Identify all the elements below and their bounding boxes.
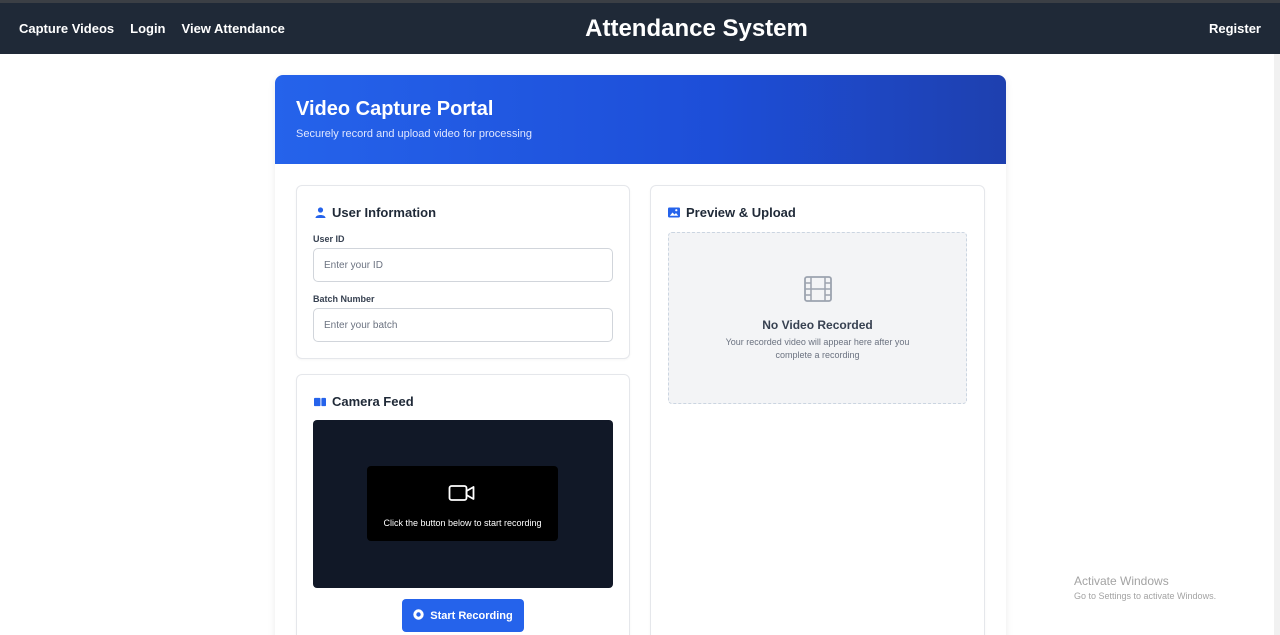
nav-view-attendance[interactable]: View Attendance: [182, 21, 285, 36]
preview-upload-title: Preview & Upload: [686, 205, 796, 220]
image-icon: [668, 207, 680, 219]
watermark-subtitle: Go to Settings to activate Windows.: [1074, 591, 1217, 601]
user-information-title: User Information: [332, 205, 437, 220]
watermark-title: Activate Windows: [1074, 574, 1169, 588]
top-navbar: Capture Videos Login View Attendance Att…: [0, 3, 1280, 54]
nav-links: Capture Videos Login View Attendance: [19, 3, 285, 54]
camera-feed-title: Camera Feed: [332, 394, 414, 409]
no-video-title: No Video Recorded: [762, 318, 873, 332]
record-icon: [413, 608, 424, 623]
portal-subtitle: Securely record and upload video for pro…: [296, 128, 533, 140]
preview-upload-panel: Preview & Upload No Video Recorded Your …: [650, 185, 985, 635]
page-scrollbar[interactable]: [1274, 54, 1280, 635]
user-id-input[interactable]: [313, 248, 613, 282]
start-recording-label: Start Recording: [430, 609, 513, 622]
no-video-description: Your recorded video will appear here aft…: [725, 337, 910, 360]
capture-portal-card: Video Capture Portal Securely record and…: [275, 75, 1006, 635]
camera-placeholder-overlay: Click the button below to start recordin…: [367, 466, 558, 541]
camera-feed-heading: Camera Feed: [314, 394, 414, 409]
video-preview-area: No Video Recorded Your recorded video wi…: [668, 232, 967, 404]
start-recording-button[interactable]: Start Recording: [402, 599, 524, 632]
film-icon: [804, 276, 832, 302]
activate-windows-watermark: Activate Windows Go to Settings to activ…: [1074, 574, 1216, 601]
preview-upload-heading: Preview & Upload: [668, 205, 796, 220]
camera-feed-icon: [314, 396, 326, 408]
user-information-heading: User Information: [314, 205, 436, 220]
batch-number-input[interactable]: [313, 308, 613, 342]
portal-header: Video Capture Portal Securely record and…: [275, 75, 1006, 164]
camera-viewport: Click the button below to start recordin…: [313, 420, 613, 588]
camera-instruction-text: Click the button below to start recordin…: [383, 518, 542, 528]
video-camera-icon: [448, 483, 476, 503]
batch-number-label: Batch Number: [313, 294, 375, 304]
portal-title: Video Capture Portal: [296, 98, 494, 120]
user-information-panel: User Information User ID Batch Number: [296, 185, 630, 359]
user-icon: [314, 207, 326, 219]
nav-login[interactable]: Login: [130, 21, 165, 36]
user-id-label: User ID: [313, 234, 345, 244]
camera-feed-panel: Camera Feed Click the button below to st…: [296, 374, 630, 635]
nav-register[interactable]: Register: [1209, 3, 1261, 54]
nav-capture-videos[interactable]: Capture Videos: [19, 21, 114, 36]
